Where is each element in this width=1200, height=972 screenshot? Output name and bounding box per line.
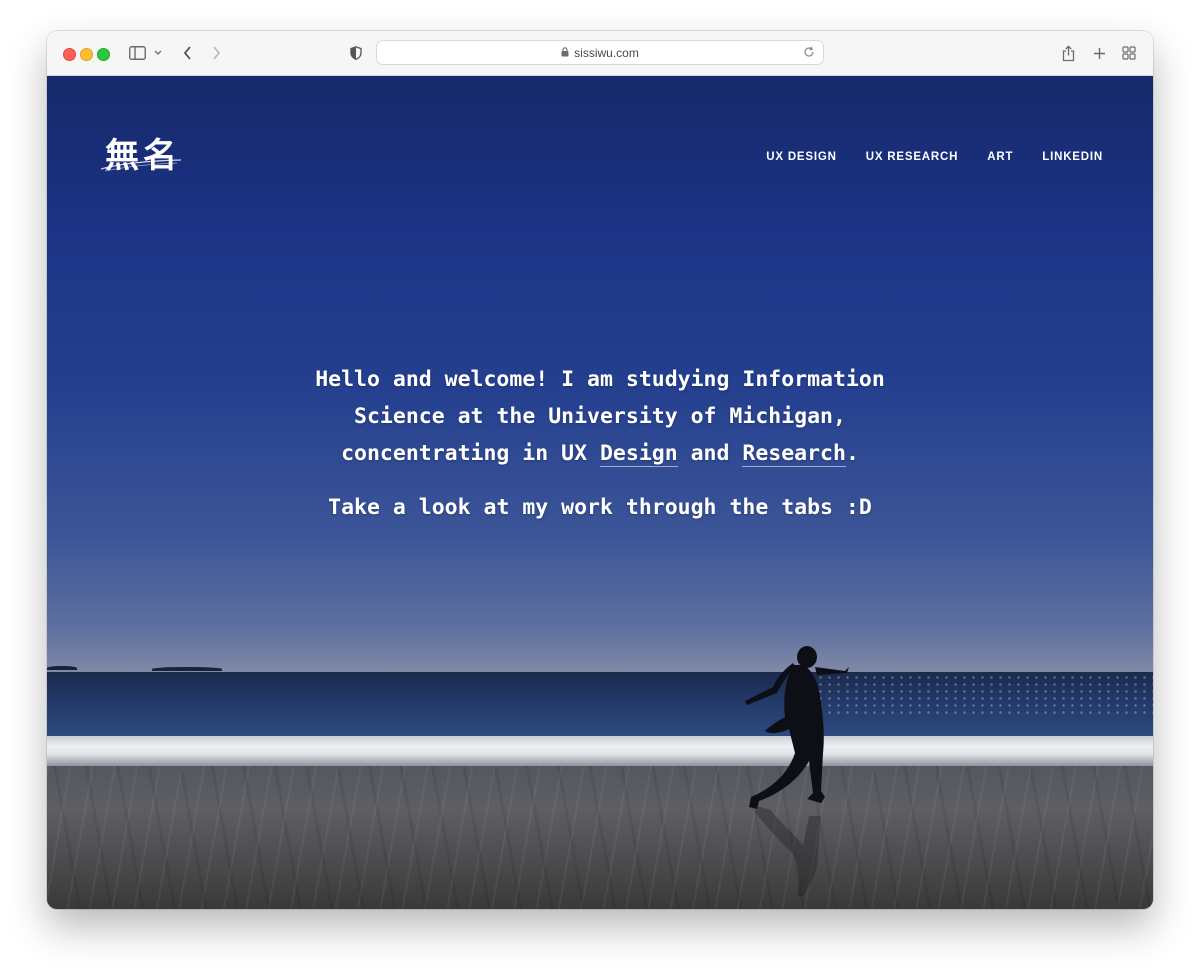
island-shape [152, 667, 222, 671]
person-reflection [755, 806, 821, 896]
hero-intro-period: . [845, 441, 859, 466]
browser-window: sissiwu.com 無名 UX DESIGN UX RESEARCH ART… [47, 31, 1153, 909]
nav-ux-research[interactable]: UX RESEARCH [866, 151, 959, 163]
chevron-down-icon[interactable] [152, 43, 164, 63]
tabs-grid-icon[interactable] [1120, 43, 1138, 63]
hero-cta: Take a look at my work through the tabs … [328, 495, 872, 520]
sidebar-icon[interactable] [127, 43, 147, 63]
web-page: 無名 UX DESIGN UX RESEARCH ART LINKEDIN He… [47, 76, 1153, 909]
water-glitter [807, 674, 1153, 714]
shield-icon[interactable] [347, 43, 365, 63]
back-arrow-icon[interactable] [178, 43, 196, 63]
research-link[interactable]: Research [742, 441, 846, 467]
logo-brush-stroke [100, 159, 182, 172]
nav-linkedin[interactable]: LINKEDIN [1042, 151, 1103, 163]
reload-icon[interactable] [803, 45, 817, 59]
forward-arrow-icon[interactable] [207, 43, 225, 63]
hero-intro-and: and [677, 441, 743, 466]
close-window-button[interactable] [63, 48, 76, 61]
main-nav: UX DESIGN UX RESEARCH ART LINKEDIN [766, 151, 1103, 163]
minimize-window-button[interactable] [80, 48, 93, 61]
nav-art[interactable]: ART [987, 151, 1013, 163]
hero-text: Hello and welcome! I am studying Informa… [277, 361, 923, 526]
url-text: sissiwu.com [574, 45, 639, 60]
island-shape [47, 666, 77, 670]
share-icon[interactable] [1059, 43, 1077, 63]
hero-intro: Hello and welcome! I am studying Informa… [277, 361, 923, 472]
lock-icon [561, 46, 569, 60]
browser-toolbar: sissiwu.com [47, 31, 1153, 76]
design-link[interactable]: Design [599, 441, 678, 467]
surf-wave [47, 736, 1153, 766]
maximize-window-button[interactable] [97, 48, 110, 61]
address-bar[interactable]: sissiwu.com [376, 40, 824, 65]
nav-ux-design[interactable]: UX DESIGN [766, 151, 836, 163]
sand-texture [47, 766, 1153, 909]
plus-icon[interactable] [1090, 43, 1108, 63]
